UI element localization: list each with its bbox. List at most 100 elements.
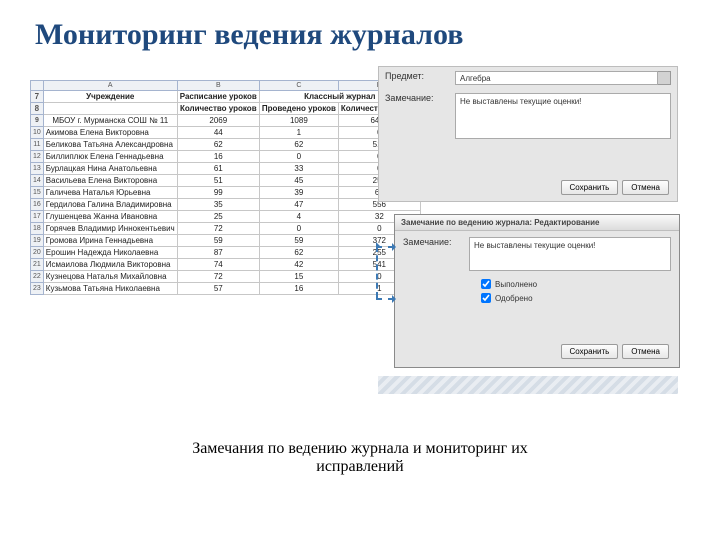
col-header-b: B bbox=[177, 81, 259, 91]
teacher-name: Громова Ирина Геннадьевна bbox=[43, 235, 177, 247]
row-number: 7 bbox=[31, 91, 44, 103]
table-row: 18Горячев Владимир Иннокентьевич7200 bbox=[31, 223, 421, 235]
teacher-name: Галичева Наталья Юрьевна bbox=[43, 187, 177, 199]
stage: A B C D 7 Учреждение Расписание уроков К… bbox=[0, 60, 720, 480]
approved-checkbox-input[interactable] bbox=[481, 293, 491, 303]
hdr-schedule: Расписание уроков bbox=[177, 91, 259, 103]
dialog-title: Замечание по ведению журнала: Редактиров… bbox=[395, 215, 679, 231]
col-header-a: A bbox=[43, 81, 177, 91]
row-number: 19 bbox=[31, 235, 44, 247]
row-number: 15 bbox=[31, 187, 44, 199]
arrow-connector bbox=[376, 246, 378, 298]
teacher-name: Васильева Елена Викторовна bbox=[43, 175, 177, 187]
cell-c: 42 bbox=[259, 259, 338, 271]
inst-val-c: 1089 bbox=[259, 115, 338, 127]
teacher-name: Горячев Владимир Иннокентьевич bbox=[43, 223, 177, 235]
table-row: 12Биллиплюк Елена Геннадьевна1600 bbox=[31, 151, 421, 163]
table-row: 20Ерошин Надежда Николаевна8762255 bbox=[31, 247, 421, 259]
table-row: 17Глушенцева Жанна Ивановна25432 bbox=[31, 211, 421, 223]
teacher-name: Гердилова Галина Владимировна bbox=[43, 199, 177, 211]
hdr-blank bbox=[43, 103, 177, 115]
cell-b: 72 bbox=[177, 271, 259, 283]
row-number: 13 bbox=[31, 163, 44, 175]
row-number: 18 bbox=[31, 223, 44, 235]
hdr-lesson-count: Количество уроков bbox=[177, 103, 259, 115]
row-number: 8 bbox=[31, 103, 44, 115]
row-number: 21 bbox=[31, 259, 44, 271]
subject-field[interactable]: Алгебра bbox=[455, 71, 658, 85]
footer-stripes bbox=[378, 376, 678, 394]
table-row: 19Громова Ирина Геннадьевна5959372 bbox=[31, 235, 421, 247]
cell-b: 16 bbox=[177, 151, 259, 163]
cancel-button[interactable]: Отмена bbox=[622, 344, 669, 359]
teacher-name: Исмаилова Людмила Викторовна bbox=[43, 259, 177, 271]
arrow-connector bbox=[376, 246, 394, 248]
row-number: 12 bbox=[31, 151, 44, 163]
cell-c: 39 bbox=[259, 187, 338, 199]
cell-b: 87 bbox=[177, 247, 259, 259]
row-number: 16 bbox=[31, 199, 44, 211]
teacher-name: Биллиплюк Елена Геннадьевна bbox=[43, 151, 177, 163]
save-button[interactable]: Сохранить bbox=[561, 180, 619, 195]
caption: Замечания по ведению журнала и мониторин… bbox=[0, 440, 720, 476]
cell-b: 25 bbox=[177, 211, 259, 223]
cancel-button[interactable]: Отмена bbox=[622, 180, 669, 195]
teacher-name: Беликова Татьяна Александровна bbox=[43, 139, 177, 151]
subject-label: Предмет: bbox=[385, 71, 455, 81]
hdr-lessons-held: Проведено уроков bbox=[259, 103, 338, 115]
subject-dropdown-icon[interactable] bbox=[658, 71, 671, 85]
row-number: 14 bbox=[31, 175, 44, 187]
col-header-c: C bbox=[259, 81, 338, 91]
spreadsheet: A B C D 7 Учреждение Расписание уроков К… bbox=[30, 80, 421, 295]
cell-c: 62 bbox=[259, 247, 338, 259]
caption-line2: исправлений bbox=[316, 458, 403, 475]
row-number: 17 bbox=[31, 211, 44, 223]
teacher-name: Глушенцева Жанна Ивановна bbox=[43, 211, 177, 223]
cell-b: 74 bbox=[177, 259, 259, 271]
note-textarea[interactable]: Не выставлены текущие оценки! bbox=[455, 93, 671, 139]
cell-c: 59 bbox=[259, 235, 338, 247]
table-row: 21Исмаилова Людмила Викторовна7442541 bbox=[31, 259, 421, 271]
cell-b: 51 bbox=[177, 175, 259, 187]
note-edit-dialog: Замечание по ведению журнала: Редактиров… bbox=[394, 214, 680, 368]
hdr-institution: Учреждение bbox=[43, 91, 177, 103]
table-row: 15Галичева Наталья Юрьевна993969 bbox=[31, 187, 421, 199]
cell-c: 15 bbox=[259, 271, 338, 283]
note-textarea[interactable]: Не выставлены текущие оценки! bbox=[469, 237, 671, 271]
arrow-connector bbox=[376, 298, 394, 300]
cell-c: 62 bbox=[259, 139, 338, 151]
row-number: 22 bbox=[31, 271, 44, 283]
cell-c: 33 bbox=[259, 163, 338, 175]
save-button[interactable]: Сохранить bbox=[561, 344, 619, 359]
teacher-name: Кузнецова Наталья Михайловна bbox=[43, 271, 177, 283]
row-number: 23 bbox=[31, 283, 44, 295]
cell-b: 57 bbox=[177, 283, 259, 295]
cell-c: 45 bbox=[259, 175, 338, 187]
done-checkbox-input[interactable] bbox=[481, 279, 491, 289]
note-editor-panel: Предмет: Алгебра Замечание: Не выставлен… bbox=[378, 66, 678, 202]
teacher-name: Кузьмова Татьяна Николаевна bbox=[43, 283, 177, 295]
approved-checkbox[interactable]: Одобрено bbox=[481, 291, 679, 305]
done-checkbox[interactable]: Выполнено bbox=[481, 277, 679, 291]
table-row: 23Кузьмова Татьяна Николаевна57161 bbox=[31, 283, 421, 295]
cell-c: 0 bbox=[259, 223, 338, 235]
teacher-name: Ерошин Надежда Николаевна bbox=[43, 247, 177, 259]
cell-b: 99 bbox=[177, 187, 259, 199]
row-number: 10 bbox=[31, 127, 44, 139]
page-title: Мониторинг ведения журналов bbox=[0, 0, 720, 60]
table-row: 11Беликова Татьяна Александровна6262515 bbox=[31, 139, 421, 151]
caption-line1: Замечания по ведению журнала и мониторин… bbox=[192, 440, 528, 457]
table-row: 10Акимова Елена Викторовна4410 bbox=[31, 127, 421, 139]
corner-cell bbox=[31, 81, 44, 91]
teacher-name: Акимова Елена Викторовна bbox=[43, 127, 177, 139]
cell-b: 44 bbox=[177, 127, 259, 139]
note-label: Замечание: bbox=[403, 237, 469, 247]
approved-checkbox-label: Одобрено bbox=[495, 294, 533, 303]
table-row: 13Бурлацкая Нина Анатольевна61330 bbox=[31, 163, 421, 175]
cell-c: 47 bbox=[259, 199, 338, 211]
cell-b: 61 bbox=[177, 163, 259, 175]
cell-c: 1 bbox=[259, 127, 338, 139]
inst-val-b: 2069 bbox=[177, 115, 259, 127]
table-row: 16Гердилова Галина Владимировна3547556 bbox=[31, 199, 421, 211]
row-number: 20 bbox=[31, 247, 44, 259]
